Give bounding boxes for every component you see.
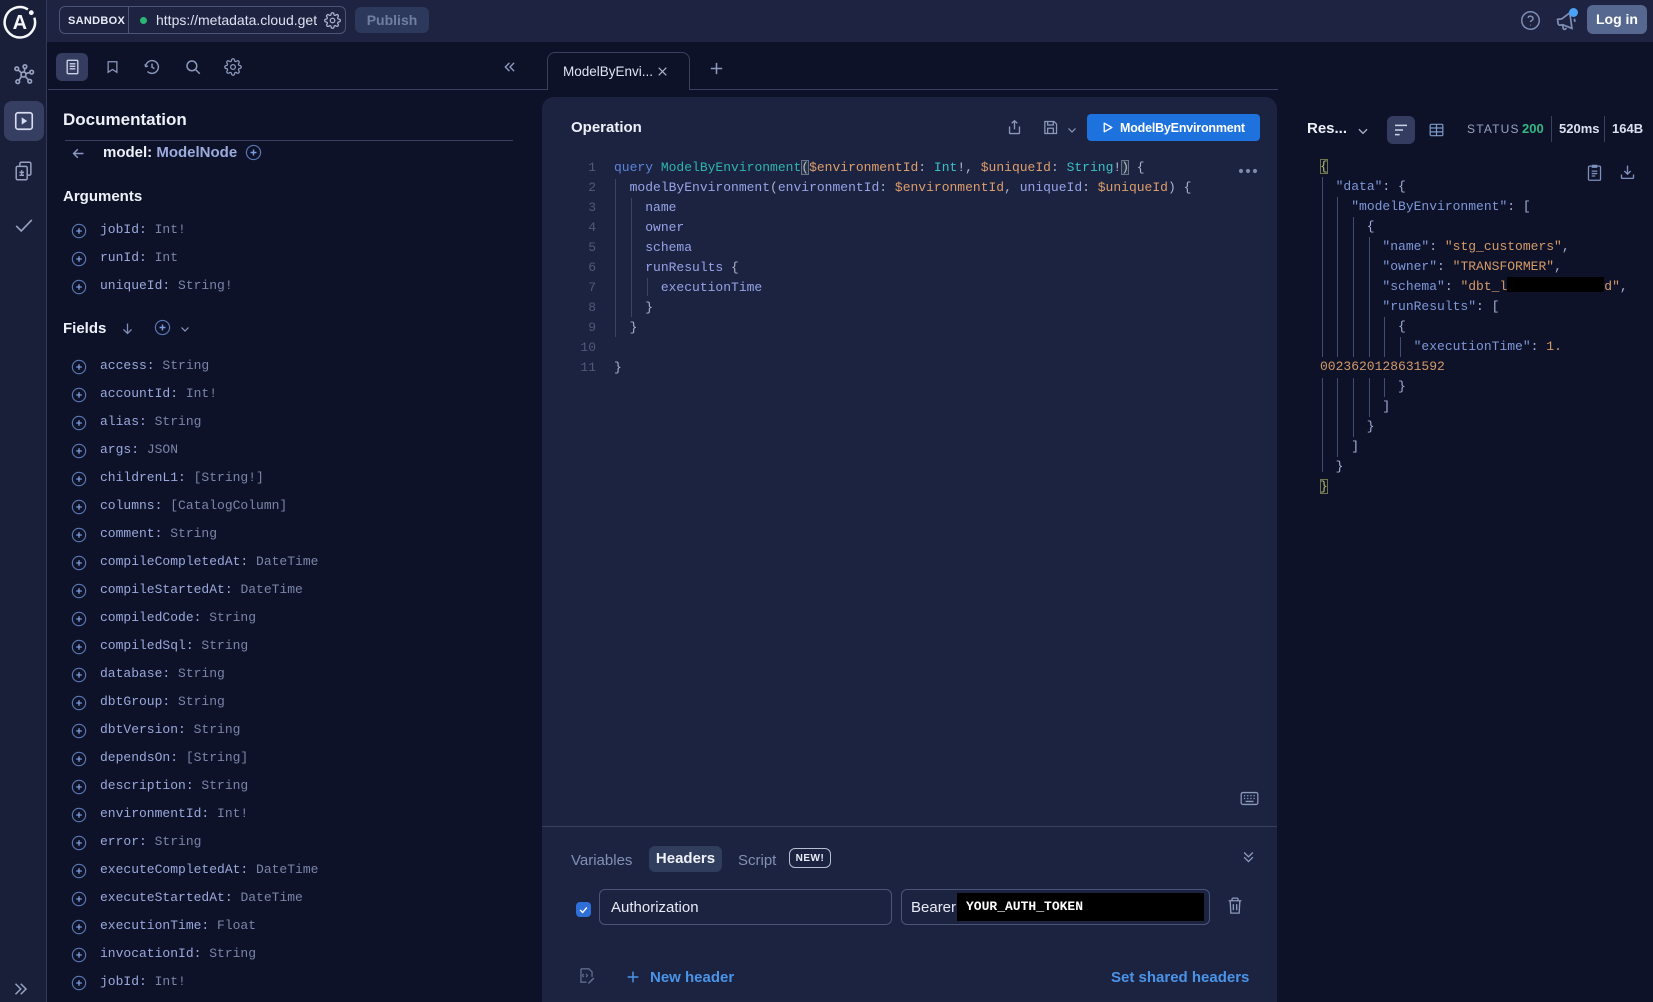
- svg-text:A: A: [13, 12, 27, 34]
